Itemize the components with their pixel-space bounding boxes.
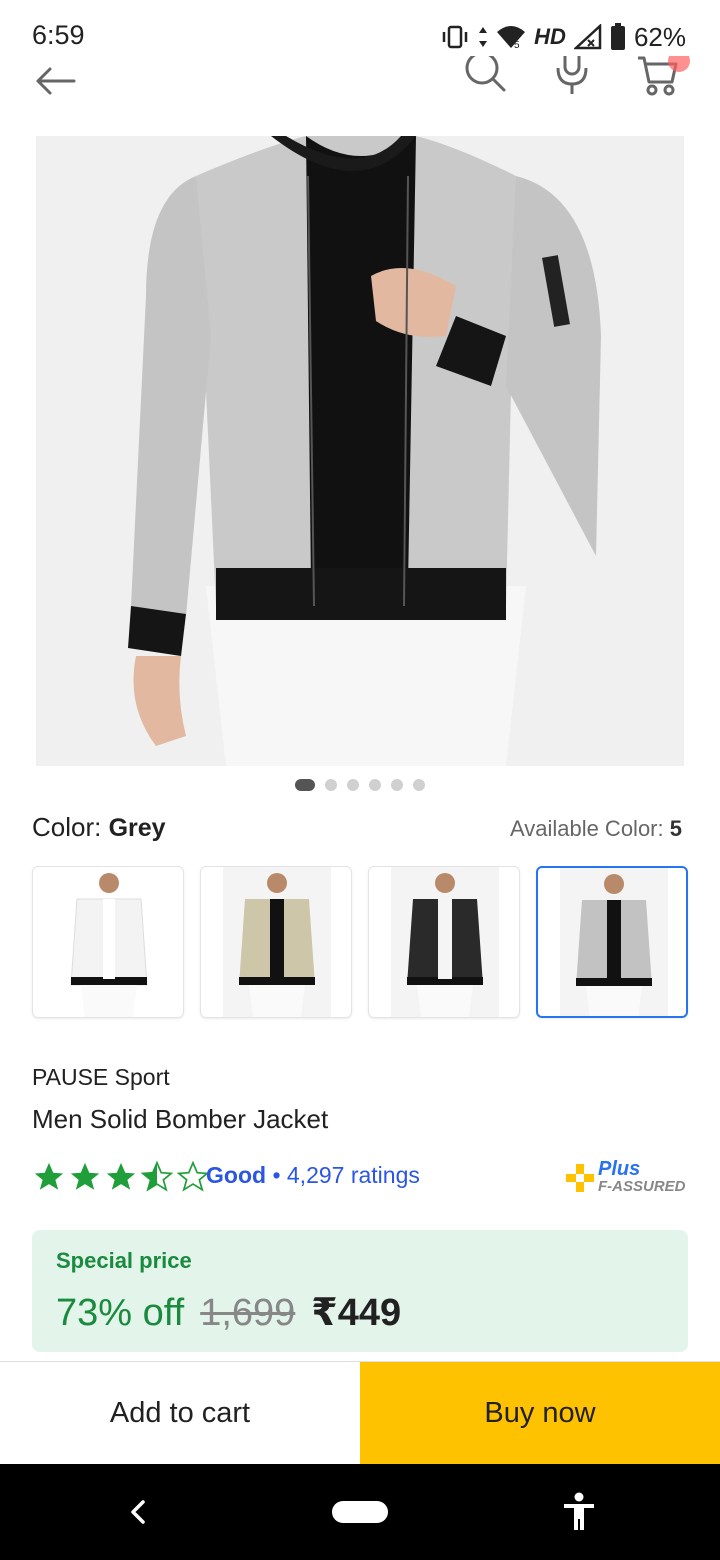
pagination-dot[interactable] (325, 779, 337, 791)
rating-summary[interactable]: Good • 4,297 ratings (206, 1162, 420, 1189)
accessibility-icon[interactable] (562, 1492, 596, 1537)
product-image[interactable] (36, 136, 684, 766)
svg-text:5: 5 (514, 40, 520, 50)
product-title: Men Solid Bomber Jacket (32, 1104, 329, 1134)
pagination-dot[interactable] (391, 779, 403, 791)
status-bar: 6:59 5 HD 62% (0, 0, 720, 64)
pagination-dot[interactable] (295, 779, 315, 791)
wifi-icon: 5 (496, 24, 526, 50)
back-arrow-icon[interactable] (34, 66, 76, 101)
color-swatch-beige[interactable] (200, 866, 352, 1018)
nav-back-icon[interactable] (130, 1500, 146, 1529)
data-arrows-icon (478, 25, 488, 49)
mic-icon[interactable] (554, 56, 590, 101)
star-full-icon (34, 1162, 64, 1190)
color-swatches (32, 866, 688, 1018)
jacket-photo (36, 136, 684, 766)
pagination-dot[interactable] (369, 779, 381, 791)
discount-percent: 73% off (56, 1292, 185, 1334)
plus-assured-icon (566, 1164, 594, 1192)
status-time: 6:59 (32, 20, 85, 50)
system-nav-bar (0, 1464, 720, 1560)
star-full-icon (106, 1162, 136, 1190)
color-selector-header: Color: Grey Available Color: 5 (32, 812, 688, 846)
top-nav (0, 56, 720, 112)
battery-percent: 62% (633, 21, 686, 52)
battery-icon (610, 23, 626, 51)
pagination-dot[interactable] (413, 779, 425, 791)
cart-badge (668, 56, 690, 72)
color-swatch-grey[interactable] (536, 866, 688, 1018)
buy-now-button[interactable]: Buy now (360, 1362, 720, 1465)
network-type: HD (534, 24, 566, 49)
star-half-icon (140, 1160, 174, 1192)
selected-color: Grey (108, 814, 166, 842)
color-swatch-white[interactable] (32, 866, 184, 1018)
product-brand: PAUSE Sport (32, 1064, 170, 1090)
bottom-action-bar: Add to cart Buy now (0, 1361, 720, 1465)
final-price: ₹449 (311, 1292, 402, 1334)
star-full-icon (70, 1162, 100, 1190)
ratings-count: 4,297 ratings (286, 1162, 420, 1188)
available-colors: Available Color: 5 (509, 816, 682, 841)
price-box: Special price 73% off 1,699 ₹449 (32, 1230, 688, 1352)
plus-assured-badge: Plus F-ASSURED (564, 1158, 688, 1198)
search-icon[interactable] (462, 56, 508, 101)
vibrate-icon (440, 24, 470, 50)
image-pagination (0, 779, 720, 791)
color-label: Color: Grey (32, 812, 166, 842)
pagination-dot[interactable] (347, 779, 359, 791)
rating-row: Good • 4,297 ratings Plus F-ASSURED (32, 1158, 692, 1198)
price-line: 73% off 1,699 ₹449 (56, 1290, 401, 1335)
star-empty-icon (176, 1160, 210, 1192)
nav-home-pill[interactable] (331, 1500, 389, 1529)
star-rating (32, 1160, 210, 1194)
color-swatch-black[interactable] (368, 866, 520, 1018)
add-to-cart-button[interactable]: Add to cart (0, 1362, 360, 1465)
rating-word: Good (206, 1162, 267, 1188)
special-price-label: Special price (56, 1248, 192, 1273)
status-icons: 5 HD 62% (440, 20, 686, 54)
original-price: 1,699 (200, 1292, 296, 1334)
signal-icon (573, 24, 602, 50)
